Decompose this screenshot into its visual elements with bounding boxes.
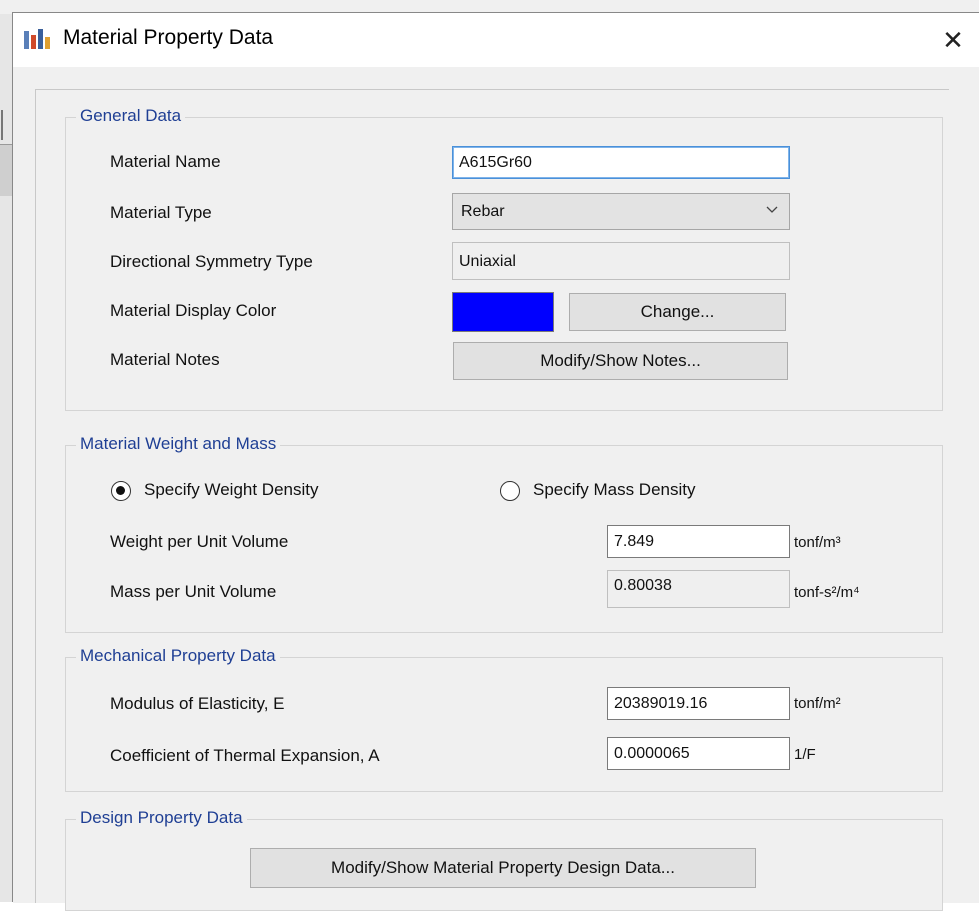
mechanical-property-group: Mechanical Property Data Modulus of Elas… [65, 646, 943, 792]
modify-design-data-button[interactable]: Modify/Show Material Property Design Dat… [250, 848, 756, 888]
mass-density-radio[interactable] [500, 481, 520, 501]
weight-per-volume-input[interactable] [607, 525, 790, 558]
group-title: Material Weight and Mass [76, 434, 281, 454]
thermal-expansion-unit: 1/F [794, 746, 816, 763]
title-bar: Material Property Data ✕ [13, 13, 979, 67]
weight-per-volume-label: Weight per Unit Volume [110, 532, 289, 551]
close-icon: ✕ [942, 24, 964, 55]
modulus-unit: tonf/m² [794, 695, 841, 712]
dialog-content: General Data Material Name Material Type… [13, 67, 979, 911]
material-type-value: Rebar [461, 203, 505, 220]
window-title: Material Property Data [63, 26, 274, 49]
modulus-input[interactable] [607, 687, 790, 720]
material-property-dialog: Material Property Data ✕ General Data Ma… [12, 12, 979, 911]
thermal-expansion-label: Coefficient of Thermal Expansion, A [110, 746, 380, 765]
modulus-label: Modulus of Elasticity, E [110, 694, 285, 713]
group-title: Mechanical Property Data [76, 646, 280, 666]
weight-density-radio[interactable] [111, 481, 131, 501]
symmetry-type-field: Uniaxial [452, 242, 790, 280]
chevron-down-icon [766, 206, 778, 213]
material-type-label: Material Type [110, 203, 212, 222]
mass-density-radio-label[interactable]: Specify Mass Density [533, 480, 696, 500]
change-color-button[interactable]: Change... [569, 293, 786, 331]
group-title: Design Property Data [76, 808, 247, 828]
weight-unit: tonf/m³ [794, 534, 841, 551]
background-left-strip [0, 14, 12, 902]
group-title: General Data [76, 106, 186, 126]
design-property-group: Design Property Data Modify/Show Materia… [65, 808, 943, 911]
material-notes-label: Material Notes [110, 350, 220, 369]
thermal-expansion-input[interactable] [607, 737, 790, 770]
material-name-input[interactable] [452, 146, 790, 179]
mass-per-volume-field: 0.80038 [607, 570, 790, 608]
weight-density-radio-label[interactable]: Specify Weight Density [144, 480, 318, 500]
weight-mass-group: Material Weight and Mass Specify Weight … [65, 434, 943, 633]
display-color-swatch[interactable] [452, 292, 554, 332]
background-fragment [0, 144, 12, 196]
close-button[interactable]: ✕ [935, 23, 971, 57]
display-color-label: Material Display Color [110, 301, 277, 320]
background-fragment [0, 54, 12, 70]
mass-unit: tonf-s²/m⁴ [794, 584, 860, 601]
background-fragment [1, 110, 11, 140]
symmetry-type-label: Directional Symmetry Type [110, 252, 313, 271]
etabs-app-icon [24, 29, 50, 49]
material-type-select[interactable]: Rebar [452, 193, 790, 230]
general-data-group: General Data Material Name Material Type… [65, 106, 943, 411]
material-name-label: Material Name [110, 152, 221, 171]
modify-notes-button[interactable]: Modify/Show Notes... [453, 342, 788, 380]
mass-per-volume-label: Mass per Unit Volume [110, 582, 277, 601]
